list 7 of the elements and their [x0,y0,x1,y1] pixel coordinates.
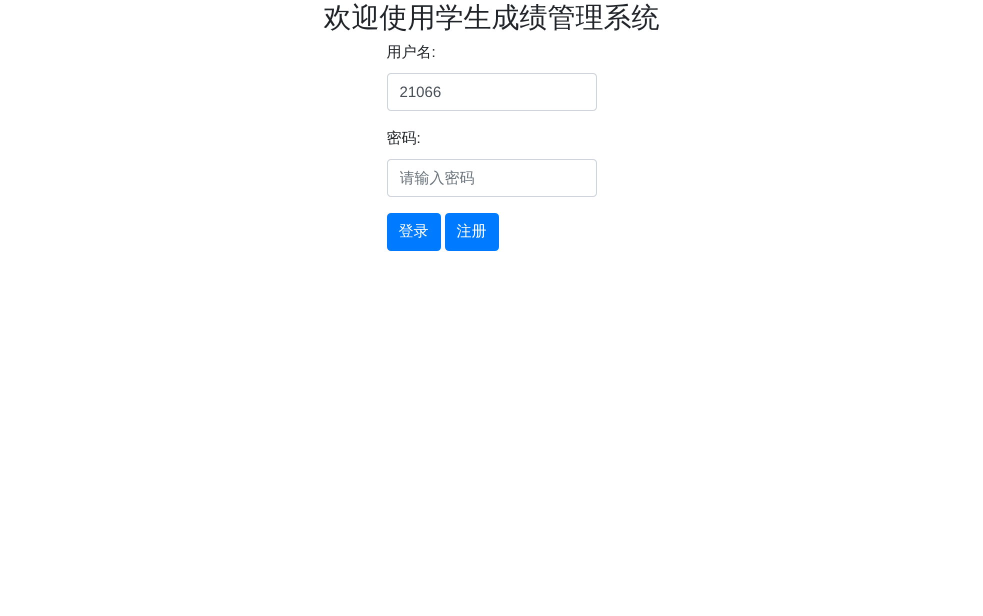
password-field[interactable]: 请输入密码 [386,159,596,197]
page-title: 欢迎使用学生成绩管理系统 [324,1,660,35]
register-button[interactable]: 注册 [444,213,498,251]
login-button[interactable]: 登录 [386,213,440,251]
username-field[interactable]: 21066 [386,73,596,111]
field-label: 用户名: [386,43,436,63]
field-label: 密码: [386,129,421,149]
